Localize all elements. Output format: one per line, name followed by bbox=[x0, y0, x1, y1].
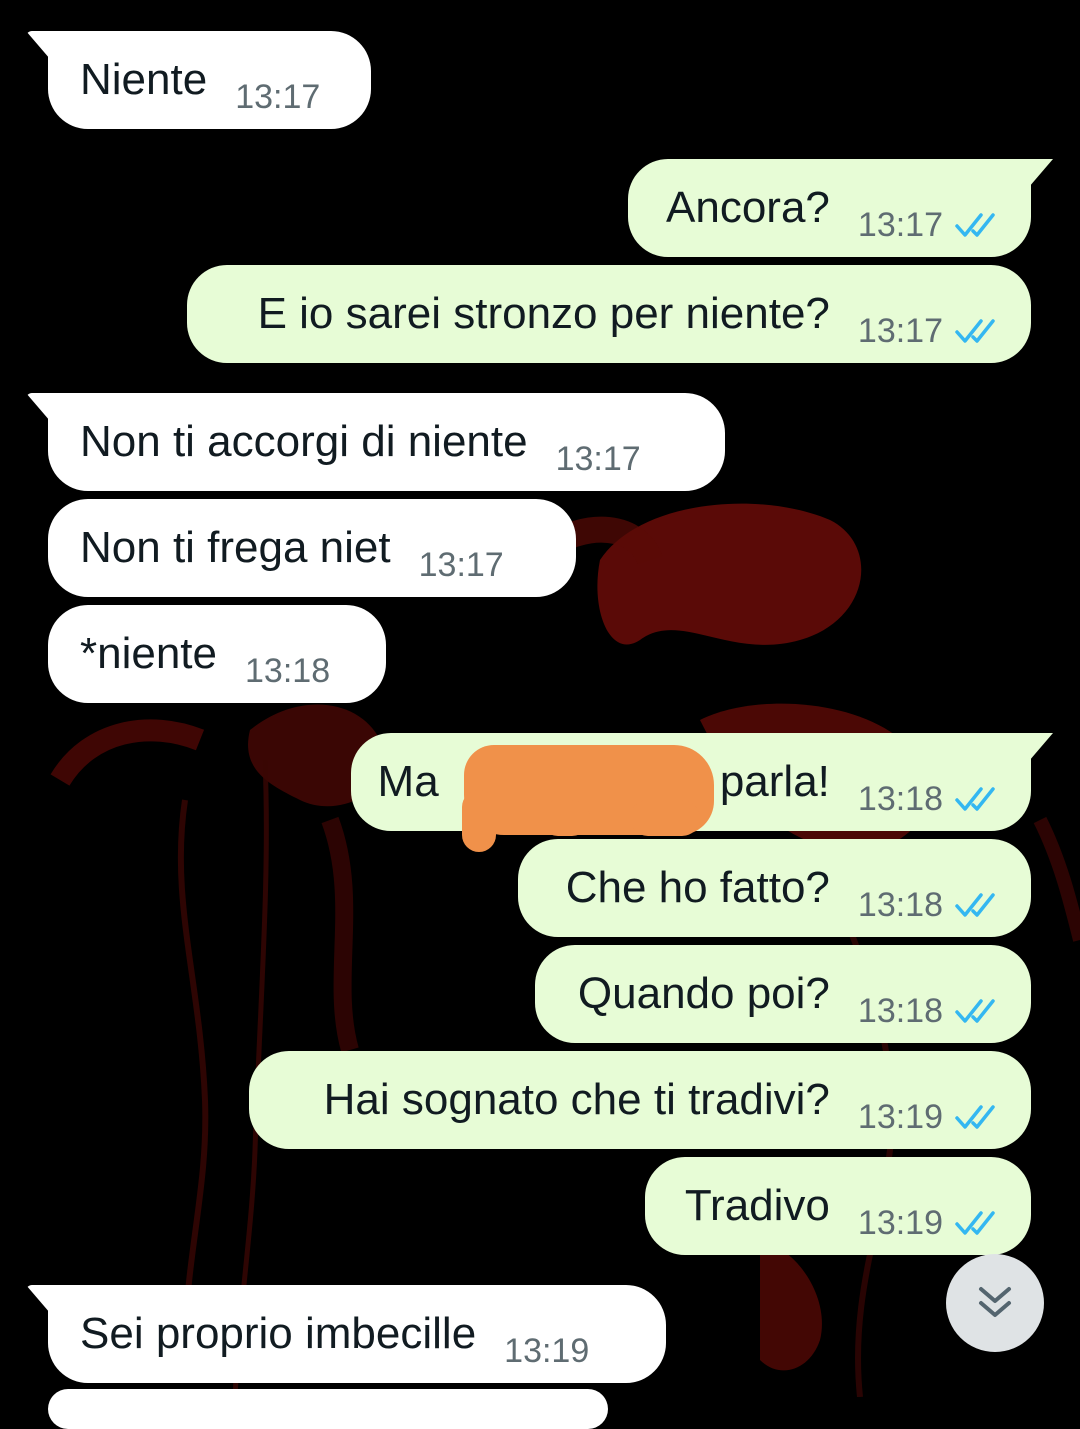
message-time: 13:17 bbox=[857, 312, 943, 350]
message-bubble-outgoing[interactable]: Quando poi? 13:18 bbox=[535, 945, 1031, 1043]
message-text: Non ti accorgi di niente bbox=[80, 417, 528, 466]
message-meta: 13:17 bbox=[858, 208, 1003, 242]
double-check-read-icon bbox=[955, 1211, 995, 1235]
message-text: E io sarei stronzo per niente? bbox=[257, 289, 830, 338]
double-check-read-icon bbox=[955, 213, 995, 237]
message-time: 13:19 bbox=[857, 1098, 943, 1136]
message-text: Sei proprio imbecille bbox=[80, 1309, 477, 1358]
message-text: Non ti frega niet bbox=[80, 523, 391, 572]
double-check-read-icon bbox=[955, 999, 995, 1023]
message-bubble-outgoing[interactable]: Tradivo 13:19 bbox=[645, 1157, 1031, 1255]
redaction-scribble bbox=[462, 790, 496, 852]
message-time: 13:18 bbox=[857, 780, 943, 818]
message-meta: 13:19 bbox=[858, 1100, 1003, 1134]
message-bubble-outgoing[interactable]: Che ho fatto? 13:18 bbox=[518, 839, 1031, 937]
message-meta: 13:18 bbox=[858, 888, 1003, 922]
redaction-scribble bbox=[630, 800, 700, 836]
message-time: 13:18 bbox=[245, 652, 331, 690]
message-meta: 13:19 bbox=[504, 1334, 589, 1368]
message-text: Tradivo bbox=[684, 1181, 830, 1230]
message-meta: 13:18 bbox=[245, 654, 330, 688]
message-text: Quando poi? bbox=[577, 969, 830, 1018]
message-time: 13:17 bbox=[418, 546, 504, 584]
message-time: 13:18 bbox=[857, 992, 943, 1030]
double-check-read-icon bbox=[955, 319, 995, 343]
redaction-scribble bbox=[540, 800, 590, 836]
message-meta: 13:17 bbox=[858, 314, 1003, 348]
message-meta: 13:17 bbox=[235, 80, 320, 114]
message-meta: 13:18 bbox=[858, 994, 1003, 1028]
message-meta: 13:17 bbox=[419, 548, 504, 582]
double-check-read-icon bbox=[955, 893, 995, 917]
message-time: 13:19 bbox=[504, 1332, 590, 1370]
double-check-read-icon bbox=[955, 787, 995, 811]
message-bubble-incoming[interactable]: *niente 13:18 bbox=[48, 605, 386, 703]
message-text: *niente bbox=[80, 629, 218, 678]
message-bubble-outgoing[interactable]: Hai sognato che ti tradivi? 13:19 bbox=[249, 1051, 1031, 1149]
message-bubble-incoming[interactable]: Niente 13:17 bbox=[26, 31, 371, 129]
message-time: 13:17 bbox=[235, 78, 321, 116]
message-meta: 13:18 bbox=[858, 782, 1003, 816]
scroll-to-bottom-button[interactable] bbox=[946, 1254, 1044, 1352]
double-chevron-down-icon bbox=[979, 1287, 1011, 1317]
message-meta: 13:17 bbox=[556, 442, 641, 476]
double-check-read-icon bbox=[955, 1105, 995, 1129]
message-bubble-incoming[interactable]: Sei proprio imbecille 13:19 bbox=[26, 1285, 666, 1383]
message-text: Ancora? bbox=[666, 183, 830, 232]
message-bubble-outgoing[interactable]: Ancora? 13:17 bbox=[628, 159, 1053, 257]
message-text: Hai sognato che ti tradivi? bbox=[323, 1075, 830, 1124]
message-text: Niente bbox=[80, 55, 208, 104]
message-bubble-outgoing[interactable]: E io sarei stronzo per niente? 13:17 bbox=[187, 265, 1031, 363]
message-time: 13:17 bbox=[857, 206, 943, 244]
message-bubble-incoming-partial[interactable] bbox=[48, 1389, 608, 1429]
message-bubble-incoming[interactable]: Non ti frega niet 13:17 bbox=[48, 499, 576, 597]
message-text: Che ho fatto? bbox=[565, 863, 830, 912]
message-time: 13:19 bbox=[857, 1204, 943, 1242]
message-meta: 13:19 bbox=[858, 1206, 1003, 1240]
message-time: 13:18 bbox=[857, 886, 943, 924]
message-bubble-incoming[interactable]: Non ti accorgi di niente 13:17 bbox=[26, 393, 725, 491]
message-time: 13:17 bbox=[555, 440, 641, 478]
